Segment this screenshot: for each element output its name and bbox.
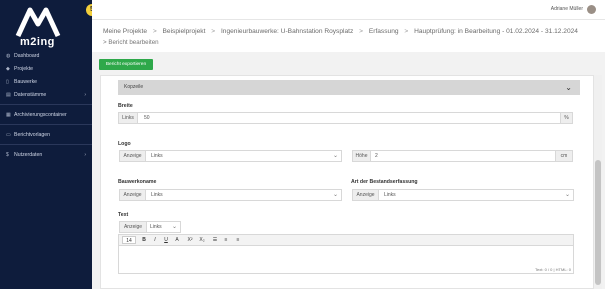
rich-text-editor[interactable]: 14 B I U A X² X₂ ☰ ≡ ≡ Text: 0 / 0 | HTM…	[118, 234, 574, 274]
survey-type-value: Links	[384, 192, 396, 198]
underline-button[interactable]: U	[162, 236, 170, 244]
width-addon: Links	[118, 112, 138, 124]
sidebar-item-label: Dashboard	[14, 52, 40, 59]
breadcrumb: Meine Projekte > Beispielprojekt > Ingen…	[103, 28, 593, 35]
bold-button[interactable]: B	[140, 236, 148, 244]
sidebar-item-bauwerke[interactable]: ▯ Bauwerke	[0, 75, 92, 88]
sidebar-divider	[0, 124, 92, 125]
logo-height-addon: Höhe	[352, 150, 371, 162]
logo-value: Links	[151, 153, 163, 159]
bullet-list-button[interactable]: ☰	[211, 236, 219, 244]
text-position-select[interactable]: Anzeige Links ⌄	[119, 221, 181, 233]
sidebar-divider	[0, 104, 92, 105]
panel-title: Kopzeile	[124, 84, 144, 90]
editor-toolbar: 14 B I U A X² X₂ ☰ ≡ ≡	[119, 235, 573, 246]
width-value: 50	[144, 115, 150, 121]
width-label: Breite	[118, 103, 133, 109]
chevron-down-icon: ⌄	[565, 83, 572, 92]
export-report-button[interactable]: Bericht exportieren	[99, 59, 153, 70]
sidebar-item-berichtvorlagen[interactable]: ▭ Berichtvorlagen	[0, 128, 92, 141]
top-bar: Adriane Müller	[92, 0, 605, 20]
user-name[interactable]: Adriane Müller	[551, 6, 583, 12]
sidebar-nav: ◍ Dashboard ◆ Projekte ▯ Bauwerke ▤ Date…	[0, 49, 92, 161]
width-input[interactable]: Links 50 %	[118, 112, 573, 124]
building-icon: ▯	[6, 78, 9, 85]
breadcrumb-separator: >	[152, 28, 157, 35]
sidebar-item-label: Nutzerdaten	[14, 151, 43, 158]
chevron-right-icon: ›	[84, 151, 86, 158]
header-panel-toggle[interactable]: Kopzeile ⌄	[118, 80, 580, 95]
breadcrumb-item[interactable]: Ingenieurbauwerke: U-Bahnstation Royspla…	[221, 28, 353, 35]
breadcrumb-item[interactable]: Erfassung	[369, 28, 399, 35]
editor-status: Text: 0 / 0 | HTML: 0	[535, 267, 571, 272]
projects-icon: ◆	[6, 65, 10, 72]
logo-height-unit: cm	[555, 150, 573, 162]
survey-type-label: Art der Bestandserfassung	[351, 179, 418, 185]
breadcrumb-separator: >	[404, 28, 409, 35]
sidebar: 5 m2ing ◍ Dashboard ◆ Projekte ▯ Bauwerk…	[0, 0, 98, 289]
font-size-select[interactable]: 14	[122, 236, 136, 244]
data-icon: ▤	[6, 91, 11, 98]
subscript-button[interactable]: X₂	[197, 236, 207, 244]
breadcrumb-item[interactable]: Hauptprüfung: in Bearbeitung - 01.02.202…	[414, 28, 578, 35]
sidebar-item-label: Bauwerke	[14, 78, 38, 85]
sidebar-item-nutzerdaten[interactable]: $ Nutzerdaten ›	[0, 148, 92, 161]
logo-addon: Anzeige	[119, 150, 146, 162]
sidebar-item-datenstaemme[interactable]: ▤ Datenstämme ›	[0, 88, 92, 101]
chevron-down-icon: ⌄	[564, 192, 570, 198]
breadcrumb-item[interactable]: Beispielprojekt	[163, 28, 206, 35]
avatar[interactable]	[587, 5, 596, 14]
survey-type-select[interactable]: Anzeige Links ⌄	[352, 189, 574, 201]
brand-name: m2ing	[20, 36, 55, 48]
building-name-label: Bauwerkoname	[118, 179, 157, 185]
survey-type-addon: Anzeige	[352, 189, 379, 201]
chevron-down-icon: ⌄	[171, 224, 177, 230]
sidebar-item-dashboard[interactable]: ◍ Dashboard	[0, 49, 92, 62]
logo-height-value: 2	[375, 153, 378, 159]
text-value: Links	[150, 224, 162, 230]
user-data-icon: $	[6, 151, 9, 158]
sidebar-item-label: Berichtvorlagen	[14, 131, 51, 138]
chevron-down-icon: ⌄	[332, 153, 338, 159]
breadcrumb-current-row: > Bericht bearbeiten	[103, 39, 159, 46]
building-name-select[interactable]: Anzeige Links ⌄	[119, 189, 342, 201]
breadcrumb-separator: >	[359, 28, 363, 35]
numbered-list-button[interactable]: ≡	[222, 236, 230, 244]
sidebar-item-label: Archivierungscontainer	[14, 111, 67, 118]
sidebar-item-archivierungscontainer[interactable]: ▦ Archivierungscontainer	[0, 108, 92, 121]
sidebar-divider	[0, 144, 92, 145]
building-name-addon: Anzeige	[119, 189, 146, 201]
breadcrumb-separator: >	[211, 28, 216, 35]
sidebar-item-projekte[interactable]: ◆ Projekte	[0, 62, 92, 75]
chevron-right-icon: ›	[84, 91, 86, 98]
italic-button[interactable]: I	[151, 236, 159, 244]
text-label: Text	[118, 212, 129, 218]
breadcrumb-current: Bericht bearbeiten	[108, 39, 159, 46]
text-color-button[interactable]: A	[173, 236, 181, 244]
logo-label: Logo	[118, 141, 131, 147]
superscript-button[interactable]: X²	[185, 236, 195, 244]
template-icon: ▭	[6, 131, 11, 138]
logo-height-input[interactable]: Höhe 2 cm	[352, 150, 573, 162]
scrollbar[interactable]	[594, 75, 602, 289]
breadcrumb-separator: >	[103, 39, 107, 46]
text-addon: Anzeige	[119, 221, 147, 233]
sidebar-item-label: Projekte	[14, 65, 34, 72]
align-button[interactable]: ≡	[233, 236, 243, 244]
breadcrumb-item[interactable]: Meine Projekte	[103, 28, 147, 35]
width-unit: %	[560, 112, 573, 124]
scrollbar-thumb[interactable]	[595, 160, 601, 285]
chevron-down-icon: ⌄	[332, 192, 338, 198]
logo-position-select[interactable]: Anzeige Links ⌄	[119, 150, 342, 162]
dashboard-icon: ◍	[6, 52, 11, 59]
archive-icon: ▦	[6, 111, 11, 118]
building-name-value: Links	[151, 192, 163, 198]
sidebar-item-label: Datenstämme	[14, 91, 47, 98]
